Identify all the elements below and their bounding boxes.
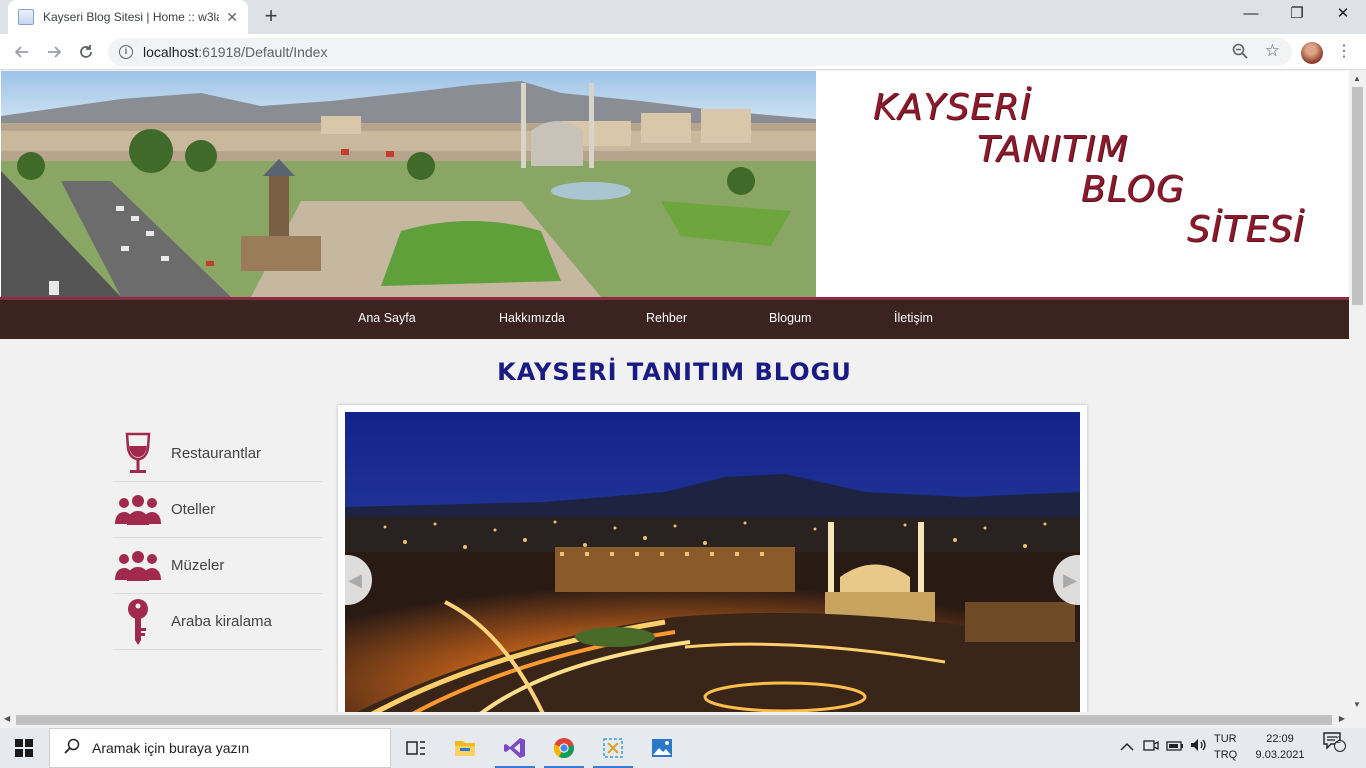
notification-center-icon[interactable]: 2: [1322, 728, 1346, 768]
wine-glass-icon: [113, 429, 163, 479]
language-code: TUR: [1214, 733, 1237, 745]
zoom-icon[interactable]: [1232, 43, 1248, 63]
sidebar-item-label: Restaurantlar: [171, 445, 262, 462]
tab-title: Kayseri Blog Sitesi | Home :: w3la: [43, 10, 219, 24]
browser-menu-icon[interactable]: ⋮: [1334, 40, 1354, 64]
taskbar-search-box[interactable]: Aramak için buraya yazın: [49, 728, 391, 768]
clock-time: 22:09: [1266, 733, 1294, 745]
sidebar-item-oteller[interactable]: Oteller: [113, 482, 323, 538]
sidebar-item-label: Araba kiralama: [171, 613, 272, 630]
horizontal-scroll-thumb[interactable]: [16, 715, 1332, 725]
windows-start-icon[interactable]: [0, 728, 48, 768]
main-nav: Ana Sayfa Hakkımızda Rehber Blogum İleti…: [0, 297, 1349, 339]
forward-arrow-icon[interactable]: [40, 38, 68, 66]
sidebar-item-muzeler[interactable]: Müzeler: [113, 538, 323, 594]
reload-icon[interactable]: [72, 38, 100, 66]
snipping-tool-icon[interactable]: [589, 728, 637, 768]
nav-blogum[interactable]: Blogum: [769, 311, 811, 325]
url-text: localhost:61918/Default/Index: [143, 44, 327, 60]
nav-ana-sayfa[interactable]: Ana Sayfa: [358, 311, 416, 325]
browser-tab-bar: Kayseri Blog Sitesi | Home :: w3la ✕ + —…: [0, 0, 1366, 34]
scroll-down-icon[interactable]: ▼: [1353, 700, 1361, 709]
logo-line-1: KAYSERİ: [873, 87, 1032, 128]
key-icon: [113, 597, 163, 647]
search-icon: [64, 738, 80, 759]
windows-taskbar: Aramak için buraya yazın TUR TRQ 22:09 9…: [0, 728, 1366, 768]
file-explorer-icon[interactable]: [441, 728, 489, 768]
bookmark-star-icon[interactable]: ☆: [1265, 41, 1280, 61]
notification-count: 2: [1336, 735, 1342, 745]
vertical-scroll-thumb[interactable]: [1352, 87, 1363, 305]
visual-studio-icon[interactable]: [491, 728, 539, 768]
scroll-up-icon[interactable]: ▲: [1353, 74, 1361, 83]
url-path: :61918/Default/Index: [198, 44, 328, 60]
sidebar-menu: Restaurantlar Oteller Müzeler Araba kira…: [113, 426, 323, 650]
site-logo-text: KAYSERİ TANITIM BLOG SİTESİ: [815, 71, 1349, 297]
logo-line-2: TANITIM: [977, 129, 1129, 170]
kayseri-night-photo: [345, 412, 1080, 712]
logo-line-4: SİTESİ: [1187, 209, 1305, 250]
task-view-icon[interactable]: [392, 728, 440, 768]
nav-rehber[interactable]: Rehber: [646, 311, 687, 325]
people-group-icon: [113, 485, 163, 535]
tab-close-icon[interactable]: ✕: [226, 9, 238, 26]
browser-toolbar: i localhost:61918/Default/Index ☆: [0, 34, 1366, 70]
input-language-indicator[interactable]: TUR TRQ: [1214, 731, 1237, 763]
keyboard-layout: TRQ: [1214, 749, 1238, 761]
kayseri-city-square-photo: [1, 71, 816, 297]
new-tab-button[interactable]: +: [258, 4, 284, 30]
nav-iletisim[interactable]: İletişim: [894, 311, 933, 325]
blog-title: KAYSERİ TANITIM BLOGU: [497, 358, 852, 386]
site-info-icon[interactable]: i: [119, 45, 133, 59]
browser-tab[interactable]: Kayseri Blog Sitesi | Home :: w3la ✕: [8, 0, 248, 34]
scroll-left-icon[interactable]: ◀: [4, 714, 10, 723]
clock-date: 9.03.2021: [1255, 749, 1305, 761]
show-hidden-icons-chevron-icon[interactable]: [1120, 728, 1134, 768]
site-banner: KAYSERİ TANITIM BLOG SİTESİ: [0, 71, 1349, 297]
meet-now-icon[interactable]: [1143, 728, 1159, 768]
back-arrow-icon[interactable]: [8, 38, 36, 66]
sidebar-item-araba-kiralama[interactable]: Araba kiralama: [113, 594, 323, 650]
vertical-scrollbar[interactable]: ▲ ▼: [1349, 71, 1366, 712]
page-viewport: KAYSERİ TANITIM BLOG SİTESİ Ana Sayfa Ha…: [0, 71, 1349, 712]
photos-icon[interactable]: [638, 728, 686, 768]
nav-hakkimizda[interactable]: Hakkımızda: [499, 311, 565, 325]
scroll-right-icon[interactable]: ▶: [1339, 714, 1345, 723]
image-slider: ◀ ▶: [338, 405, 1087, 712]
profile-avatar[interactable]: [1301, 42, 1323, 64]
taskbar-clock[interactable]: 22:09 9.03.2021: [1248, 731, 1312, 763]
chrome-icon[interactable]: [540, 728, 588, 768]
logo-line-3: BLOG: [1081, 169, 1185, 210]
people-group-icon: [113, 541, 163, 591]
battery-icon[interactable]: [1166, 728, 1184, 768]
search-placeholder: Aramak için buraya yazın: [92, 740, 250, 756]
sidebar-item-label: Müzeler: [171, 557, 225, 574]
minimize-button[interactable]: —: [1228, 0, 1274, 30]
sidebar-item-restaurantlar[interactable]: Restaurantlar: [113, 426, 323, 482]
url-host: localhost: [143, 44, 199, 60]
page-favicon-icon: [18, 9, 34, 25]
close-window-button[interactable]: ✕: [1320, 0, 1366, 30]
volume-icon[interactable]: [1190, 728, 1208, 768]
address-bar[interactable]: i localhost:61918/Default/Index ☆: [108, 38, 1292, 66]
sidebar-item-label: Oteller: [171, 501, 216, 518]
horizontal-scrollbar[interactable]: ◀ ▶: [0, 712, 1349, 728]
restore-button[interactable]: ❐: [1274, 0, 1320, 30]
